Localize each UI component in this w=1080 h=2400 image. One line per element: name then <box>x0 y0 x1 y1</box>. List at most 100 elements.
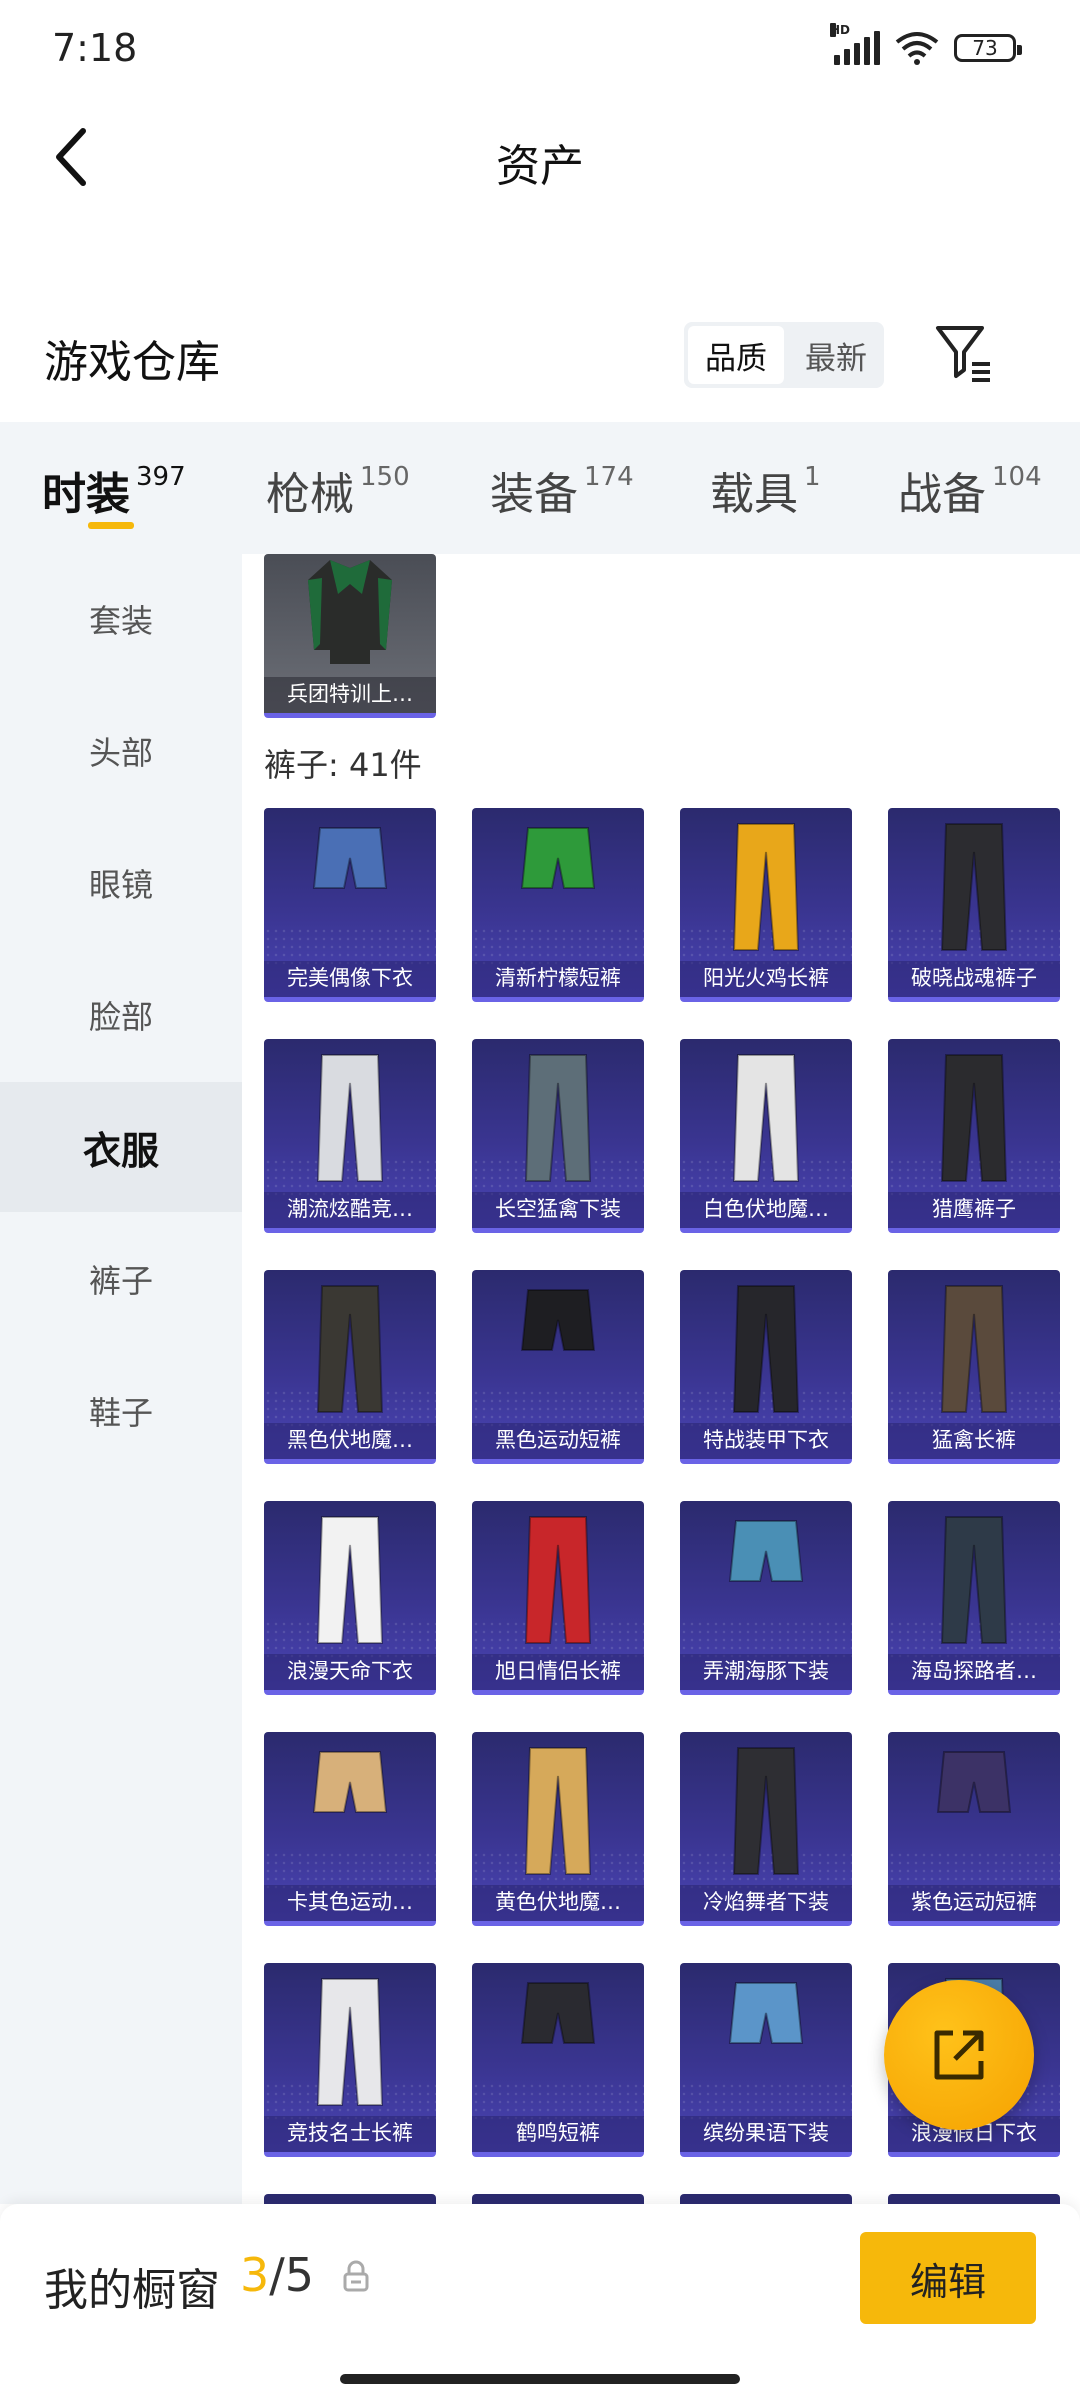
category-tabs: 时装 397 枪械 150 装备 174 载具 1 战备 104 <box>0 422 1080 554</box>
tab-equipment[interactable]: 装备 174 <box>490 458 634 522</box>
network-type-label: HD <box>830 23 851 37</box>
status-bar: 7:18 HD 73 <box>0 0 1080 100</box>
pants-icon <box>732 1285 800 1413</box>
sidebar-item-face[interactable]: 脸部 <box>0 950 242 1080</box>
item-card[interactable]: 完美偶像下衣 <box>264 808 436 1002</box>
sort-option-quality[interactable]: 品质 <box>688 326 784 384</box>
item-card[interactable]: 缤纷果语下装 <box>680 1963 852 2157</box>
warehouse-title: 游戏仓库 <box>44 337 220 388</box>
item-card[interactable]: 兵团特训上… <box>264 554 436 718</box>
sidebar-item-clothes[interactable]: 衣服 <box>0 1082 242 1212</box>
item-name: 黄色伏地魔… <box>472 1885 644 1921</box>
tab-count: 174 <box>584 462 634 492</box>
item-name: 竞技名士长裤 <box>264 2116 436 2152</box>
item-card[interactable]: 黑色伏地魔… <box>264 1270 436 1464</box>
item-card-partial[interactable] <box>472 2194 644 2204</box>
tab-label: 装备 <box>490 469 578 520</box>
item-name: 弄潮海豚下装 <box>680 1654 852 1690</box>
home-indicator <box>340 2374 740 2384</box>
subcategory-sidebar: 套装 头部 眼镜 脸部 衣服 裤子 鞋子 <box>0 554 242 2204</box>
item-card[interactable]: 白色伏地魔… <box>680 1039 852 1233</box>
status-time: 7:18 <box>52 26 138 70</box>
pants-icon <box>316 1516 384 1644</box>
pants-icon <box>520 1289 596 1351</box>
item-name: 黑色伏地魔… <box>264 1423 436 1459</box>
item-name: 黑色运动短裤 <box>472 1423 644 1459</box>
sidebar-item-outfits[interactable]: 套装 <box>0 554 242 684</box>
sort-toggle: 品质 最新 <box>684 322 884 388</box>
item-name: 完美偶像下衣 <box>264 961 436 997</box>
sidebar-item-glasses[interactable]: 眼镜 <box>0 818 242 948</box>
item-card[interactable]: 长空猛禽下装 <box>472 1039 644 1233</box>
item-card[interactable]: 清新柠檬短裤 <box>472 808 644 1002</box>
item-card[interactable]: 冷焰舞者下装 <box>680 1732 852 1926</box>
filter-icon <box>936 326 990 382</box>
pants-icon <box>316 1054 384 1182</box>
item-card[interactable]: 旭日情侣长裤 <box>472 1501 644 1695</box>
item-card[interactable]: 黑色运动短裤 <box>472 1270 644 1464</box>
wifi-icon <box>895 32 939 65</box>
item-name: 冷焰舞者下装 <box>680 1885 852 1921</box>
tab-vehicles[interactable]: 载具 1 <box>710 458 821 522</box>
tab-count: 104 <box>992 462 1042 492</box>
sidebar-item-shoes[interactable]: 鞋子 <box>0 1346 242 1476</box>
item-card[interactable]: 浪漫天命下衣 <box>264 1501 436 1695</box>
item-card-partial[interactable] <box>888 2194 1060 2204</box>
pants-icon <box>732 1747 800 1875</box>
edit-button[interactable]: 编辑 <box>860 2232 1036 2324</box>
item-name: 卡其色运动… <box>264 1885 436 1921</box>
item-card[interactable]: 海岛探路者… <box>888 1501 1060 1695</box>
item-card[interactable]: 猛禽长裤 <box>888 1270 1060 1464</box>
battery-icon: 73 <box>954 34 1022 62</box>
item-card[interactable]: 黄色伏地魔… <box>472 1732 644 1926</box>
item-name: 白色伏地魔… <box>680 1192 852 1228</box>
item-name: 特战装甲下衣 <box>680 1423 852 1459</box>
tab-fashion[interactable]: 时装 397 <box>42 458 186 522</box>
showcase-label: 我的橱窗 <box>44 2265 220 2316</box>
pants-icon <box>520 827 596 889</box>
tab-supplies[interactable]: 战备 104 <box>898 458 1042 522</box>
tab-label: 时装 <box>42 469 130 520</box>
tab-label: 枪械 <box>266 469 354 520</box>
item-card-partial[interactable] <box>264 2194 436 2204</box>
item-card[interactable]: 紫色运动短裤 <box>888 1732 1060 1926</box>
item-card[interactable]: 破晓战魂裤子 <box>888 808 1060 1002</box>
sort-option-newest[interactable]: 最新 <box>788 322 884 388</box>
pants-section-label: 裤子: 41件 <box>264 746 422 784</box>
filter-button[interactable] <box>932 320 996 384</box>
showcase-bar: 我的橱窗 3/5 编辑 <box>0 2204 1080 2400</box>
tab-guns[interactable]: 枪械 150 <box>266 458 410 522</box>
battery-level: 73 <box>972 36 998 60</box>
pants-icon <box>524 1747 592 1875</box>
item-card[interactable]: 竞技名士长裤 <box>264 1963 436 2157</box>
top-header: 资产 <box>0 100 1080 212</box>
external-link-icon <box>934 2030 984 2080</box>
pants-icon <box>732 823 800 951</box>
tab-count: 150 <box>360 462 410 492</box>
item-card[interactable]: 特战装甲下衣 <box>680 1270 852 1464</box>
tab-count: 1 <box>804 462 821 492</box>
jacket-icon <box>308 560 392 664</box>
pants-icon <box>940 1285 1008 1413</box>
pants-icon <box>940 1516 1008 1644</box>
showcase-count: 3/5 <box>240 2248 314 2302</box>
item-name: 浪漫天命下衣 <box>264 1654 436 1690</box>
item-card[interactable]: 卡其色运动… <box>264 1732 436 1926</box>
item-card-partial[interactable] <box>680 2194 852 2204</box>
share-fab[interactable] <box>884 1980 1034 2130</box>
item-name: 阳光火鸡长裤 <box>680 961 852 997</box>
item-card[interactable]: 弄潮海豚下装 <box>680 1501 852 1695</box>
item-card[interactable]: 阳光火鸡长裤 <box>680 808 852 1002</box>
sidebar-item-pants[interactable]: 裤子 <box>0 1214 242 1344</box>
sidebar-item-head[interactable]: 头部 <box>0 686 242 816</box>
pants-icon <box>316 1978 384 2106</box>
item-name: 紫色运动短裤 <box>888 1885 1060 1921</box>
item-name: 长空猛禽下装 <box>472 1192 644 1228</box>
item-card[interactable]: 猎鹰裤子 <box>888 1039 1060 1233</box>
pants-icon <box>940 1054 1008 1182</box>
cellular-signal-icon: HD <box>830 23 880 65</box>
item-card[interactable]: 潮流炫酷竞… <box>264 1039 436 1233</box>
page-title: 资产 <box>496 141 584 192</box>
pants-icon <box>524 1054 592 1182</box>
item-card[interactable]: 鹤鸣短裤 <box>472 1963 644 2157</box>
